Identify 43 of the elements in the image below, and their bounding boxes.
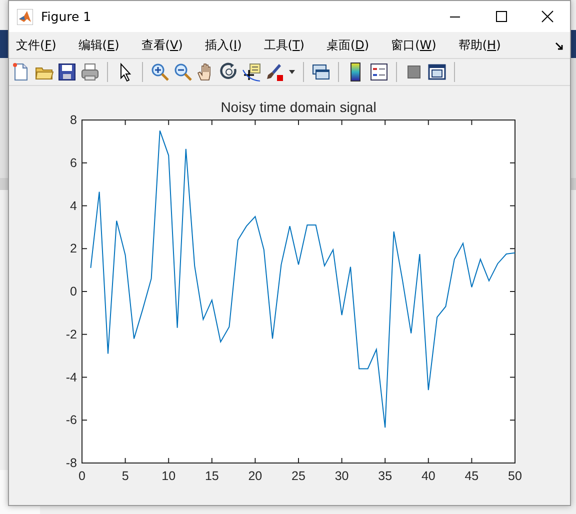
linked-windows-icon[interactable] bbox=[311, 62, 331, 82]
tick-label: 30 bbox=[334, 469, 349, 483]
tick-label: 35 bbox=[378, 469, 392, 483]
zoom-out-icon[interactable] bbox=[173, 62, 193, 82]
menu-item[interactable]: 查看(V) bbox=[141, 36, 183, 54]
menu-item[interactable]: 窗口(W) bbox=[391, 36, 436, 54]
menu-item[interactable]: 桌面(D) bbox=[326, 36, 370, 54]
tick-label: 10 bbox=[162, 469, 176, 483]
tick-label: -2 bbox=[66, 327, 77, 342]
tick-label: -4 bbox=[66, 370, 77, 384]
chart-title: Noisy time domain signal bbox=[220, 99, 376, 115]
save-icon[interactable] bbox=[57, 62, 77, 82]
tick-label: 2 bbox=[70, 242, 77, 256]
rotate-icon[interactable] bbox=[219, 62, 239, 82]
tick-label: 8 bbox=[70, 113, 77, 127]
tick-label: 4 bbox=[70, 198, 77, 213]
caret-icon[interactable] bbox=[288, 68, 296, 76]
tick-label: 15 bbox=[204, 469, 219, 483]
panel-icon[interactable] bbox=[427, 62, 447, 82]
menu-item[interactable]: 帮助(H) bbox=[458, 36, 501, 54]
zoom-in-icon[interactable] bbox=[150, 62, 170, 82]
legend-icon[interactable] bbox=[369, 62, 389, 82]
menu-item[interactable]: 文件(F) bbox=[16, 36, 56, 54]
menu-item[interactable]: 编辑(E) bbox=[78, 36, 120, 54]
data-tip-icon[interactable] bbox=[242, 62, 262, 82]
tick-label: 20 bbox=[248, 469, 262, 483]
matlab-logo-icon bbox=[17, 8, 33, 24]
tick-label: 0 bbox=[78, 469, 86, 483]
window-title: Figure 1 bbox=[41, 9, 92, 24]
tick-label: 0 bbox=[70, 284, 77, 298]
tick-label: 40 bbox=[421, 469, 436, 483]
menu-item[interactable]: 工具(T) bbox=[264, 36, 304, 54]
tick-label: 5 bbox=[122, 469, 129, 483]
tick-label: 45 bbox=[464, 469, 479, 483]
tick-label: 25 bbox=[292, 469, 306, 483]
brush-icon[interactable] bbox=[265, 62, 285, 82]
menu-item[interactable]: 插入(I) bbox=[204, 36, 242, 54]
tick-label: -8 bbox=[66, 456, 77, 470]
tick-label: 50 bbox=[508, 469, 522, 483]
tick-label: -6 bbox=[66, 413, 77, 428]
tick-label: 6 bbox=[70, 156, 77, 170]
print-icon[interactable] bbox=[80, 62, 100, 82]
dock-arrow-icon[interactable] bbox=[555, 42, 564, 51]
